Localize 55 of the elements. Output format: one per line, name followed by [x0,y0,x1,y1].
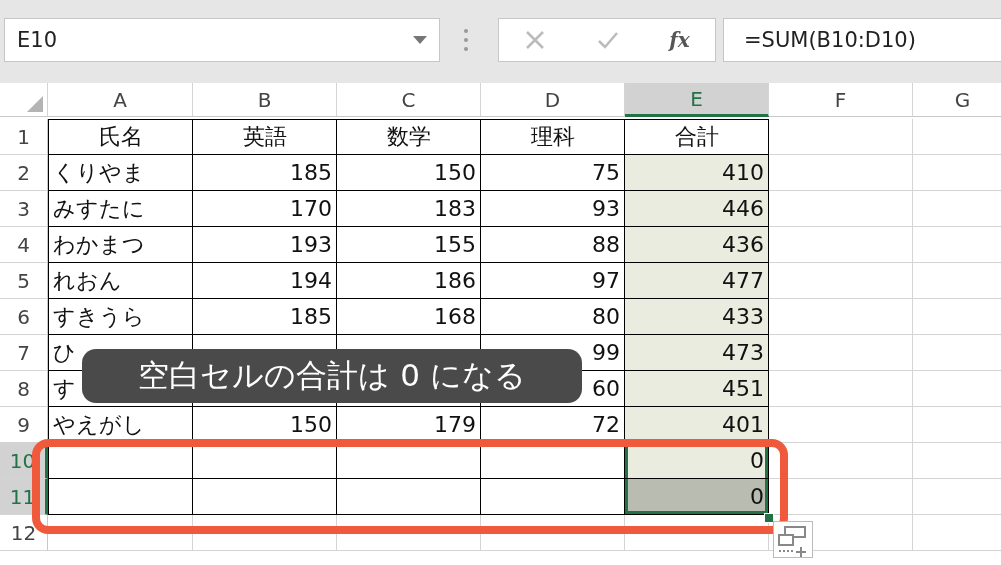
row-header[interactable]: 5 [0,263,48,299]
drag-handle-icon[interactable] [462,26,470,53]
row-header[interactable]: 1 [0,119,48,155]
table-cell: 433 [625,299,769,335]
table-cell: 150 [193,407,337,443]
table-cell: 氏名 [48,119,193,155]
table-cell: 数学 [337,119,481,155]
table-cell: 155 [337,227,481,263]
column-header[interactable]: D [481,83,625,117]
table-cell: 436 [625,227,769,263]
select-all-icon[interactable] [27,96,43,112]
table-cell: 194 [193,263,337,299]
column-header[interactable]: B [193,83,337,117]
table-cell: 185 [193,155,337,191]
table-cell: すきうら [48,299,193,335]
table-cell: 183 [337,191,481,227]
fill-handle[interactable] [764,513,774,523]
table-cell: 理科 [481,119,625,155]
table-cell: 446 [625,191,769,227]
name-box[interactable]: E10 [4,17,440,62]
table-cell: くりやま [48,155,193,191]
table-cell: 150 [337,155,481,191]
table-cell: 英語 [193,119,337,155]
row-header[interactable]: 6 [0,299,48,335]
insert-function-button[interactable]: fx [669,27,690,52]
table-cell: 185 [193,299,337,335]
row-header[interactable]: 3 [0,191,48,227]
table-cell: 193 [193,227,337,263]
paste-options-icon[interactable] [773,521,813,558]
row-header[interactable]: 12 [0,515,48,551]
row-header[interactable]: 2 [0,155,48,191]
row-header[interactable]: 4 [0,227,48,263]
formula-field[interactable]: =SUM(B10:D10) [723,17,1001,62]
close-icon[interactable] [524,28,547,51]
table-cell: 186 [337,263,481,299]
cell-reference: E10 [17,27,57,52]
table-cell: 451 [625,371,769,407]
table-cell: わかまつ [48,227,193,263]
dropdown-caret-icon[interactable] [413,35,427,44]
table-cell: 0 [625,479,769,515]
table-cell: 179 [337,407,481,443]
column-header[interactable]: E [625,83,769,117]
table-cell: 477 [625,263,769,299]
row-header[interactable]: 7 [0,335,48,371]
table-cell: 170 [193,191,337,227]
table-cell: みすたに [48,191,193,227]
table-cell: 410 [625,155,769,191]
table-cell: 473 [625,335,769,371]
column-header[interactable]: F [769,83,913,117]
table-cell: 168 [337,299,481,335]
caption: 空白セルの合計は 0 になる [82,349,582,403]
column-header[interactable]: A [48,83,193,117]
column-header[interactable]: C [337,83,481,117]
table-cell: れおん [48,263,193,299]
row-header[interactable]: 8 [0,371,48,407]
